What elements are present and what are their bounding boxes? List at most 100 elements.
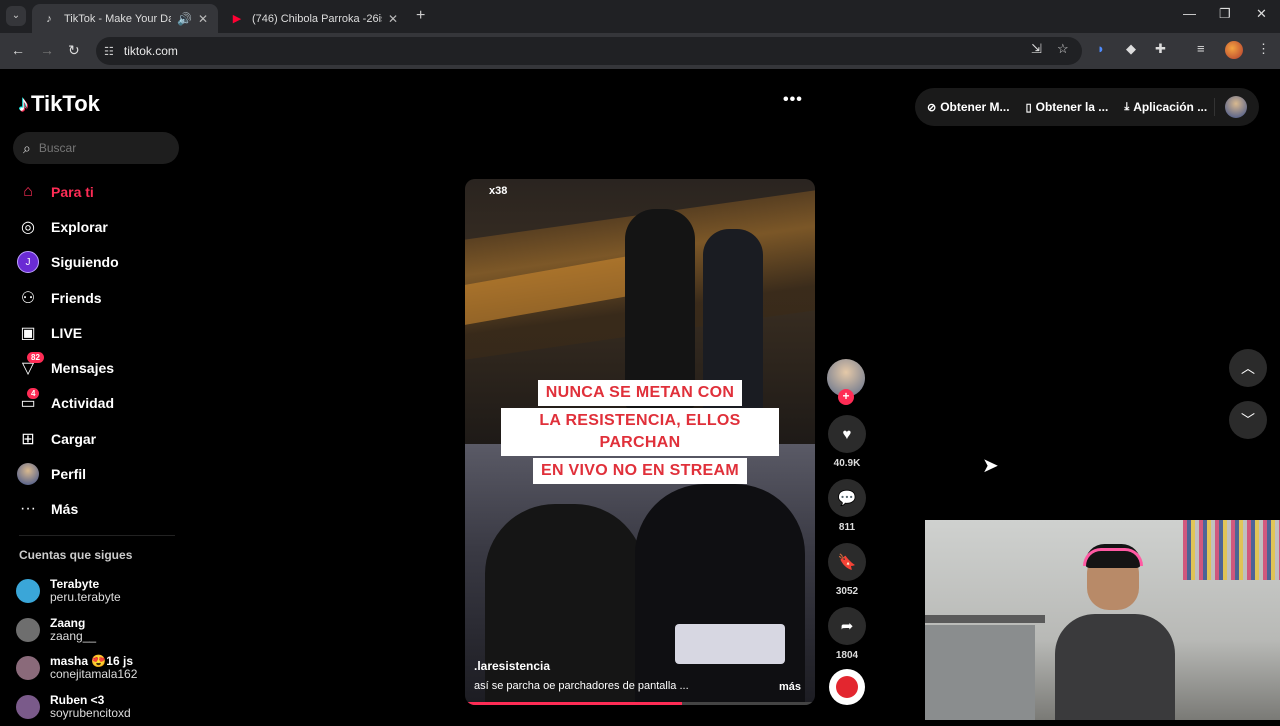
coin-icon: ⊘ [927,101,936,114]
youtube-favicon-icon: ▶ [230,12,244,26]
sidebar-item-mas[interactable]: ··· Más [16,492,119,527]
music-disc-icon[interactable] [829,669,865,705]
following-account[interactable]: Terabyteperu.terabyte [16,572,137,611]
save-count: 3052 [827,586,867,597]
following-account[interactable]: Zaangzaang__ [16,611,137,650]
video-progress-bar[interactable] [465,702,815,705]
sidebar-item-live[interactable]: ▣ LIVE [16,315,119,350]
desktop-app-label: Aplicación ... [1133,100,1207,114]
desktop-app-button[interactable]: ⤓Aplicación ... [1124,100,1207,114]
browser-toolbar: ← → ↻ ☷ tiktok.com ⇲ ☆ ◗ ◆ ✚ ≡ ⋮ [0,33,1280,69]
site-info-icon[interactable]: ☷ [104,45,114,58]
sidebar-item-actividad[interactable]: ▭ 4 Actividad [16,386,119,421]
profile-avatar[interactable] [1225,41,1243,59]
get-coins-button[interactable]: ⊘ Obtener M... [927,100,1010,114]
get-coins-label: Obtener M... [940,100,1009,114]
profile-avatar-icon [16,462,40,486]
logo-text: TikTok [31,91,100,117]
comment-action[interactable]: 💬 811 [827,479,867,533]
sidebar-item-label: Perfil [51,466,86,482]
sidebar-item-para-ti[interactable]: ⌂ Para ti [16,174,119,209]
previous-video-button[interactable]: ︿ [1229,349,1267,387]
get-app-label: Obtener la ... [1036,100,1109,114]
window-close-button[interactable]: ✕ [1256,6,1267,22]
phone-icon: ▯ [1026,101,1032,114]
more-dots-icon: ··· [16,497,40,521]
speaker-icon[interactable]: 🔊 [177,12,192,26]
following-list: Terabyteperu.terabyte Zaangzaang__ masha… [16,572,137,726]
account-name: Zaang [50,617,96,630]
follow-plus-icon[interactable]: + [838,389,854,405]
new-tab-button[interactable]: + [416,7,425,25]
following-account[interactable]: masha 😍16 jsconejitamala162 [16,649,137,688]
next-video-button[interactable]: ﹀ [1229,401,1267,439]
tiktok-page: ♪ TikTok ⌕ ⌂ Para ti ◎ Explorar J Siguie… [0,69,1280,720]
extensions-puzzle-icon[interactable]: ✚ [1155,41,1166,57]
following-section-title: Cuentas que sigues [19,548,132,562]
search-icon: ⌕ [23,140,31,157]
video-player[interactable]: x38 NUNCA SE METAN CON LA RESISTENCIA, E… [465,179,815,705]
extension-diamond-icon[interactable]: ◆ [1126,41,1136,57]
forward-button[interactable]: → [40,42,54,58]
account-name: Ruben <3 [50,694,131,707]
avatar [16,656,40,680]
bookmark-star-icon[interactable]: ☆ [1057,41,1069,57]
comment-count: 811 [827,522,867,533]
user-avatar[interactable] [1225,96,1247,118]
share-arrow-icon[interactable]: ➦ [828,607,866,645]
following-account[interactable]: Ruben <3soyrubencitoxd [16,688,137,726]
share-count: 1804 [827,650,867,661]
heart-icon[interactable]: ♥ [828,415,866,453]
tab-search-button[interactable]: ⌄ [6,6,26,26]
video-author[interactable]: .laresistencia [474,659,550,673]
sidebar-item-cargar[interactable]: ⊞ Cargar [16,421,119,456]
caption-line: EN VIVO NO EN STREAM [533,458,747,484]
reload-button[interactable]: ↻ [68,42,80,59]
activity-badge: 4 [27,388,39,399]
sidebar-item-siguiendo[interactable]: J Siguiendo [16,245,119,280]
account-username: soyrubencitoxd [50,707,131,720]
bookmark-icon[interactable]: 🔖 [828,543,866,581]
comment-icon[interactable]: 💬 [828,479,866,517]
tab-youtube[interactable]: ▶ (746) Chibola Parroka -26is (INT ✕ [220,4,408,33]
get-app-button[interactable]: ▯ Obtener la ... [1026,100,1109,114]
home-icon: ⌂ [16,180,40,204]
creator-avatar[interactable]: + [827,359,865,397]
sidebar-item-label: Actividad [51,395,114,411]
caption-line: LA RESISTENCIA, ELLOS PARCHAN [501,408,779,456]
menu-kebab-icon[interactable]: ⋮ [1257,41,1270,57]
minimize-button[interactable]: — [1183,6,1196,21]
like-count: 40.9K [827,458,867,469]
tiktok-logo[interactable]: ♪ TikTok [18,91,100,117]
sidebar-item-friends[interactable]: ⚇ Friends [16,280,119,315]
search-box[interactable]: ⌕ [13,132,179,164]
video-description: así se parcha oe parchadores de pantalla… [474,680,724,692]
sidebar-divider [19,535,175,536]
chevron-up-icon: ︿ [1241,358,1255,378]
save-action[interactable]: 🔖 3052 [827,543,867,597]
tab-title: TikTok - Make Your Day [64,13,171,25]
close-icon[interactable]: ✕ [198,12,208,26]
search-input[interactable] [39,141,159,155]
sidebar-item-label: Cargar [51,431,96,447]
sidebar-item-label: Explorar [51,219,108,235]
share-action[interactable]: ➦ 1804 [827,607,867,661]
more-description-button[interactable]: más [779,681,801,693]
close-icon[interactable]: ✕ [388,12,398,26]
back-button[interactable]: ← [11,42,25,58]
restore-button[interactable]: ❐ [1219,6,1231,22]
like-action[interactable]: ♥ 40.9K [827,415,867,469]
media-controls-icon[interactable]: ≡ [1197,41,1205,56]
sidebar-item-explorar[interactable]: ◎ Explorar [16,209,119,244]
sidebar-nav: ⌂ Para ti ◎ Explorar J Siguiendo ⚇ Frien… [16,174,119,527]
install-app-icon[interactable]: ⇲ [1031,41,1042,57]
tab-tiktok[interactable]: ♪ TikTok - Make Your Day 🔊 ✕ [32,4,218,33]
plus-square-icon: ⊞ [16,427,40,451]
extension-icon[interactable]: ◗ [1097,41,1105,56]
sidebar-item-perfil[interactable]: Perfil [16,456,119,491]
sidebar-item-label: Más [51,501,78,517]
address-bar[interactable]: ☷ tiktok.com [96,37,1082,65]
tiktok-favicon-icon: ♪ [42,12,56,26]
more-options-button[interactable]: ••• [783,91,803,109]
sidebar-item-mensajes[interactable]: ▽ 82 Mensajes [16,350,119,385]
